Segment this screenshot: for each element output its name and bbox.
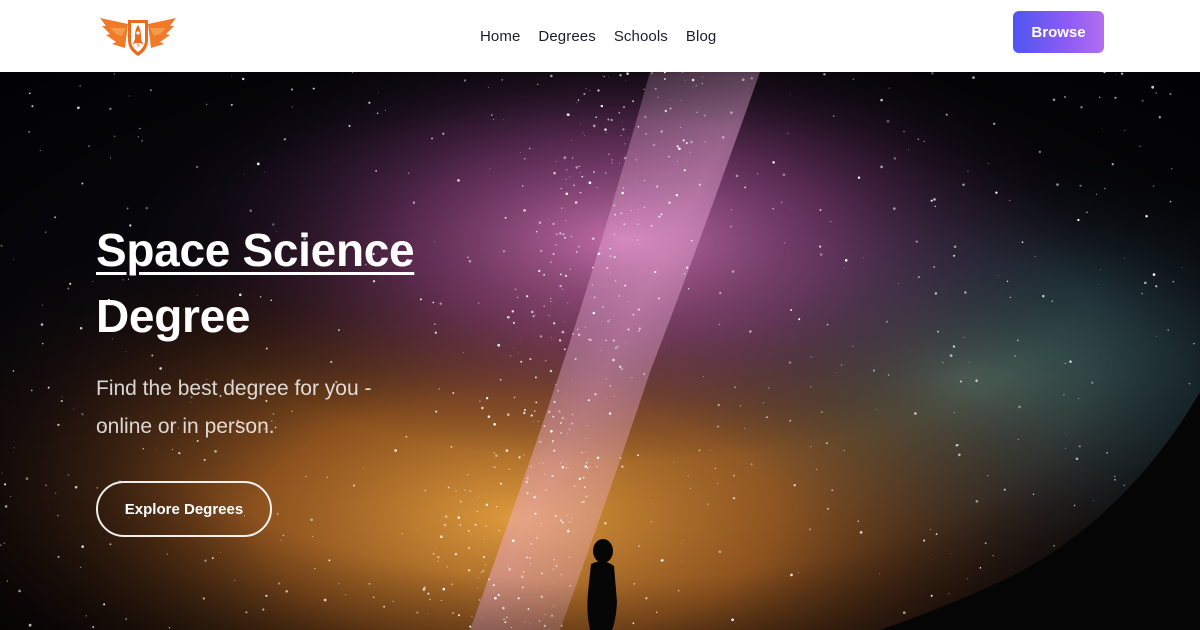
hero-subtitle: Find the best degree for you - online or… — [96, 377, 372, 438]
hero-section: Space Science Degree Find the best degre… — [0, 72, 1200, 630]
winged-logo-icon — [100, 18, 176, 56]
nav-schools[interactable]: Schools — [614, 28, 668, 45]
nav-degrees[interactable]: Degrees — [538, 28, 595, 45]
logo-link[interactable] — [98, 14, 178, 58]
landing-page: Home Degrees Schools Blog Browse Space S… — [0, 0, 1200, 630]
nav-home[interactable]: Home — [480, 28, 520, 45]
nav-blog[interactable]: Blog — [686, 28, 716, 45]
site-header: Home Degrees Schools Blog Browse — [0, 0, 1200, 72]
hero-text-block: Space Science Degree Find the best degre… — [96, 224, 415, 446]
hero-title: Degree — [96, 290, 251, 342]
hero-title-link[interactable]: Space Science — [96, 224, 415, 276]
explore-degrees-button[interactable]: Explore Degrees — [96, 481, 272, 537]
browse-button[interactable]: Browse — [1013, 11, 1104, 53]
main-nav: Home Degrees Schools Blog — [480, 0, 716, 72]
